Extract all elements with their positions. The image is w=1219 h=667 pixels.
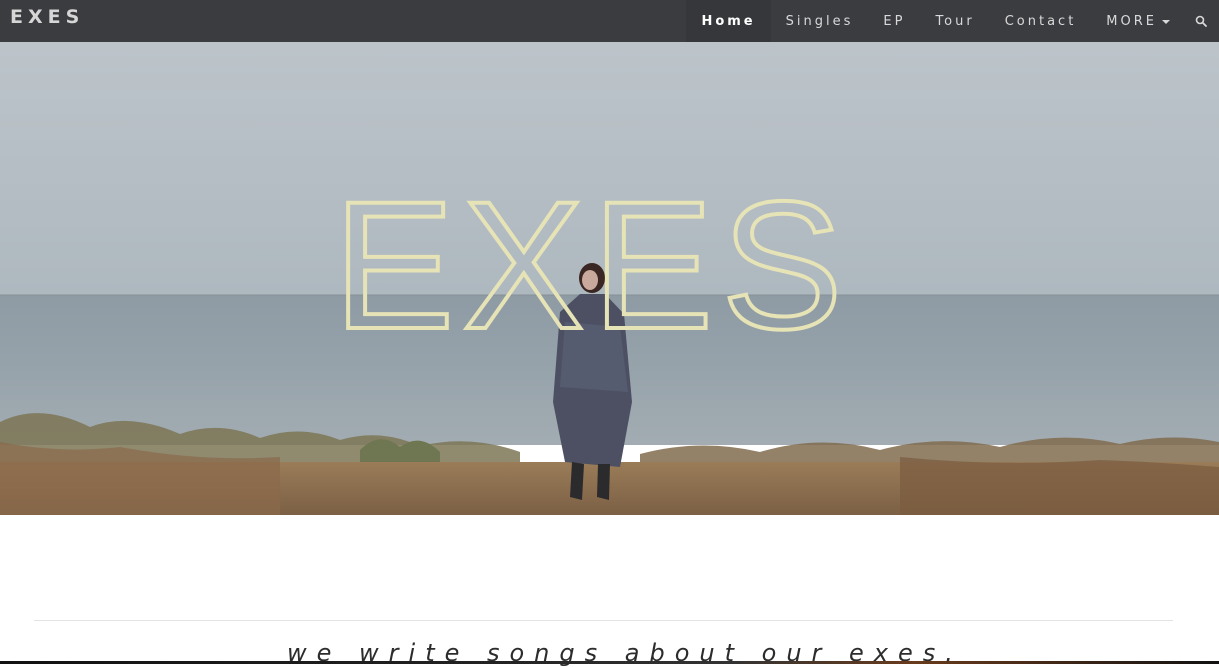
nav-item-contact[interactable]: Contact bbox=[990, 0, 1092, 42]
nav-item-ep[interactable]: EP bbox=[868, 0, 920, 42]
nav-item-label: Home bbox=[701, 13, 756, 29]
nav-item-more[interactable]: MORE bbox=[1091, 0, 1185, 42]
nav-item-tour[interactable]: Tour bbox=[920, 0, 989, 42]
nav-item-label: EP bbox=[883, 13, 906, 29]
hero-image: EXES bbox=[0, 42, 1219, 515]
section-divider bbox=[34, 620, 1173, 621]
nav-item-home[interactable]: Home bbox=[686, 0, 771, 42]
nav-item-label: Singles bbox=[785, 13, 854, 29]
content-section: we write songs about our exes. bbox=[0, 515, 1219, 667]
nav-item-label: MORE bbox=[1106, 13, 1157, 29]
caret-down-icon bbox=[1162, 20, 1170, 24]
hero-title: EXES bbox=[333, 163, 851, 367]
nav-item-singles[interactable]: Singles bbox=[771, 0, 869, 42]
nav-item-label: Tour bbox=[935, 13, 975, 29]
nav-menu: Home Singles EP Tour Contact MORE bbox=[686, 0, 1219, 42]
top-navbar: EXES Home Singles EP Tour Contact MORE bbox=[0, 0, 1219, 42]
search-icon bbox=[1195, 15, 1207, 27]
hero-banner: EXES bbox=[0, 42, 1219, 515]
nav-item-label: Contact bbox=[1004, 13, 1077, 29]
brand-logo[interactable]: EXES bbox=[10, 6, 84, 28]
search-button[interactable] bbox=[1185, 0, 1219, 42]
